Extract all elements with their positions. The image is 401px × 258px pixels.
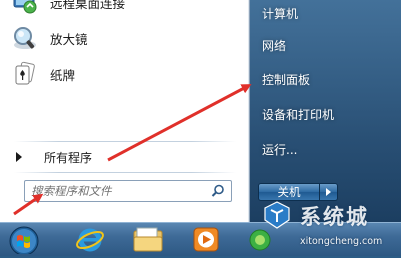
right-item-control-panel[interactable]: 控制面板	[260, 70, 312, 90]
shutdown-options-button[interactable]	[320, 183, 338, 201]
right-item-run[interactable]: 运行...	[260, 140, 299, 160]
windows-orb-icon	[9, 226, 39, 256]
watermark-logo-icon	[262, 200, 292, 230]
menu-divider	[14, 141, 236, 142]
media-player-icon	[193, 227, 219, 252]
shutdown-button[interactable]: 关机	[258, 183, 320, 201]
solitaire-icon	[12, 61, 38, 87]
taskbar-explorer-button[interactable]	[128, 225, 168, 254]
program-item-solitaire[interactable]: 纸牌	[6, 58, 236, 90]
program-item-label: 远程桌面连接	[50, 0, 126, 11]
right-item-computer[interactable]: 计算机	[260, 4, 300, 24]
menu-divider	[14, 172, 236, 173]
all-programs-label: 所有程序	[44, 150, 93, 165]
shutdown-group: 关机	[258, 183, 338, 201]
ie-icon	[76, 228, 104, 252]
watermark-url: xitongcheng.com	[300, 236, 383, 247]
program-item-label: 放大镜	[50, 31, 88, 47]
start-orb-button[interactable]	[4, 225, 44, 256]
right-item-devices-printers[interactable]: 设备和打印机	[260, 105, 336, 125]
search-box[interactable]	[24, 180, 232, 202]
magnifier-icon	[12, 25, 38, 51]
folder-icon	[133, 227, 163, 252]
search-icon[interactable]	[210, 183, 226, 199]
taskbar-media-button[interactable]	[186, 225, 226, 254]
program-item-magnifier[interactable]: 放大镜	[6, 22, 236, 54]
remote-desktop-icon	[12, 0, 38, 15]
taskbar-ie-button[interactable]	[70, 225, 110, 254]
right-item-network[interactable]: 网络	[260, 36, 288, 56]
start-menu-left-panel: 远程桌面连接 放大镜 纸牌 所有程序	[0, 0, 250, 222]
start-menu-right-panel: 计算机 网络 控制面板 设备和打印机 运行... 关机	[250, 0, 401, 222]
triangle-right-icon	[16, 152, 22, 162]
triangle-right-icon	[326, 188, 331, 196]
watermark-brand: 系统城	[300, 205, 369, 229]
program-item-remote-desktop[interactable]: 远程桌面连接	[6, 0, 236, 18]
search-input[interactable]	[25, 183, 210, 199]
all-programs-button[interactable]: 所有程序	[16, 148, 92, 166]
program-item-label: 纸牌	[50, 67, 76, 83]
